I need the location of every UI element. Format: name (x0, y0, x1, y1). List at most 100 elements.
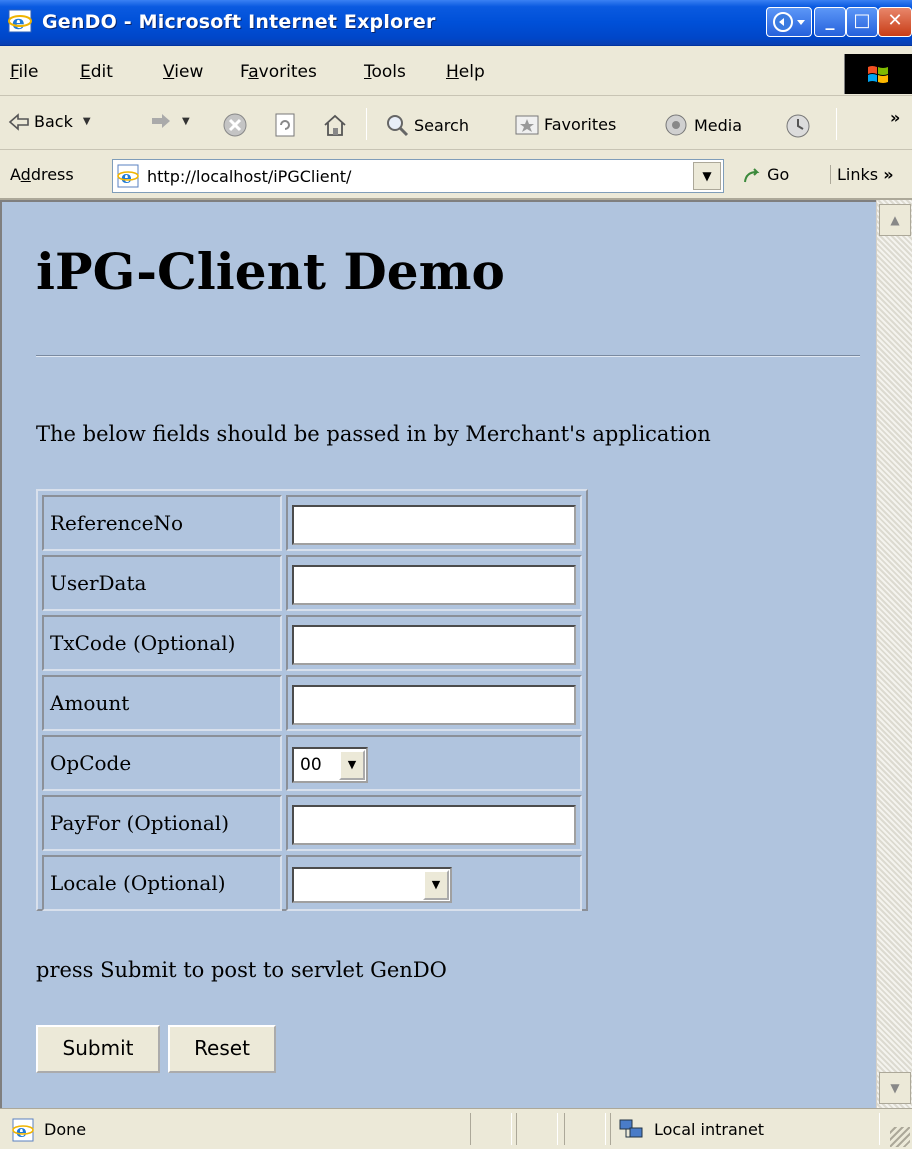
menu-help[interactable]: Help (446, 62, 485, 82)
input-cell (286, 675, 582, 731)
input-cell (286, 555, 582, 611)
userdata-input[interactable] (292, 565, 576, 605)
payfor-input[interactable] (292, 805, 576, 845)
minimize-button[interactable]: _ (814, 7, 846, 37)
opcode-select[interactable]: 00 ▼ (292, 747, 368, 783)
scroll-up-button[interactable]: ▲ (879, 204, 911, 236)
amount-input[interactable] (292, 685, 576, 725)
address-url: http://localhost/iPGClient/ (147, 167, 352, 186)
label-cell: OpCode (42, 735, 282, 791)
standard-toolbar: Back ▼ ▼ Search Favorites Media » (0, 98, 912, 150)
arrow-up-icon: ▲ (890, 213, 900, 227)
menu-edit[interactable]: Edit (80, 62, 113, 82)
close-button[interactable]: ✕ (878, 7, 912, 37)
back-button[interactable]: Back ▼ (8, 112, 91, 131)
scroll-down-button[interactable]: ▼ (879, 1072, 911, 1104)
media-button[interactable]: Media (664, 112, 742, 138)
reset-button[interactable]: Reset (168, 1025, 276, 1073)
table-row: Locale (Optional) ▼ (42, 855, 582, 911)
label-cell: ReferenceNo (42, 495, 282, 551)
menu-help-accel: H (446, 62, 459, 82)
stop-button[interactable] (222, 112, 248, 138)
menu-help-label: elp (458, 62, 485, 82)
address-input[interactable]: e http://localhost/iPGClient/ ▼ (112, 159, 724, 193)
chevron-down-icon[interactable]: ▼ (339, 750, 365, 780)
windows-logo (844, 54, 912, 94)
forward-button[interactable]: ▼ (150, 112, 190, 130)
label-cell: Locale (Optional) (42, 855, 282, 911)
field-label-userdata: UserData (50, 571, 147, 595)
chevron-down-icon[interactable]: ▼ (423, 870, 449, 900)
address-label-rest: dress (30, 165, 74, 184)
toolbar-separator (366, 108, 367, 140)
submit-button[interactable]: Submit (36, 1025, 160, 1073)
field-label-opcode: OpCode (50, 751, 132, 775)
forward-dropdown-icon[interactable]: ▼ (182, 116, 190, 127)
close-icon: ✕ (887, 10, 903, 31)
media-icon (665, 114, 687, 136)
links-button[interactable]: Links » (830, 165, 894, 184)
title-bar: e GenDO - Microsoft Internet Explorer _ … (0, 0, 912, 46)
menu-file-label: ile (18, 62, 39, 82)
refresh-icon (275, 113, 295, 137)
menu-favorites[interactable]: Favorites (240, 62, 317, 82)
address-label: Address (10, 165, 74, 184)
referenceno-input[interactable] (292, 505, 576, 545)
table-row: TxCode (Optional) (42, 615, 582, 671)
chevron-down-icon: ▼ (702, 169, 712, 183)
history-button[interactable] (784, 112, 812, 140)
windows-flag-icon (868, 66, 888, 83)
favorites-button[interactable]: Favorites (514, 112, 616, 136)
help-globe-icon (773, 12, 805, 32)
menu-tools[interactable]: Tools (364, 62, 406, 82)
back-dropdown-icon[interactable]: ▼ (83, 116, 91, 127)
status-pane (564, 1113, 606, 1145)
go-button[interactable]: Go (742, 165, 789, 185)
maximize-button[interactable]: □ (846, 7, 878, 37)
menu-edit-label: dit (90, 62, 113, 82)
search-button[interactable]: Search (384, 112, 469, 138)
toolbar-chevron[interactable]: » (890, 108, 900, 127)
status-pane (516, 1113, 558, 1145)
input-cell: ▼ (286, 855, 582, 911)
address-dropdown-button[interactable]: ▼ (693, 162, 721, 190)
svg-text:e: e (12, 10, 25, 34)
field-label-payfor: PayFor (Optional) (50, 811, 230, 835)
address-bar: Address e http://localhost/iPGClient/ ▼ … (0, 152, 912, 200)
table-row: PayFor (Optional) (42, 795, 582, 851)
ie-logo-icon: e (8, 9, 32, 34)
go-label: Go (767, 165, 790, 184)
svg-text:e: e (16, 1122, 27, 1142)
input-cell (286, 615, 582, 671)
search-icon (387, 115, 409, 137)
help-button[interactable] (766, 7, 812, 37)
status-pane (470, 1113, 512, 1145)
input-cell: 00 ▼ (286, 735, 582, 791)
address-label-accel: d (20, 165, 31, 184)
search-label: Search (414, 115, 469, 135)
home-button[interactable] (322, 112, 348, 138)
vertical-scrollbar[interactable]: ▲ ▼ (876, 200, 912, 1108)
local-intranet-icon (619, 1119, 643, 1138)
menu-file[interactable]: File (10, 62, 38, 82)
menu-view-label: iew (174, 62, 204, 82)
refresh-button[interactable] (274, 112, 298, 138)
media-label: Media (694, 115, 743, 135)
forward-arrow-icon (152, 114, 170, 128)
field-label-locale: Locale (Optional) (50, 871, 226, 895)
label-cell: UserData (42, 555, 282, 611)
zone-text: Local intranet (654, 1120, 765, 1139)
txcode-input[interactable] (292, 625, 576, 665)
menu-edit-accel: E (80, 62, 91, 82)
table-row: OpCode 00 ▼ (42, 735, 582, 791)
address-label-pre: A (10, 165, 21, 184)
resize-grip[interactable] (890, 1127, 910, 1147)
favorites-star-icon (515, 115, 539, 135)
locale-select[interactable]: ▼ (292, 867, 452, 903)
menu-bar: File Edit View Favorites Tools Help (0, 48, 912, 96)
menu-view-accel: V (163, 62, 175, 82)
status-bar: e Done Local intranet (0, 1108, 912, 1149)
maximize-icon: □ (853, 10, 871, 31)
table-row: ReferenceNo (42, 495, 582, 551)
menu-view[interactable]: View (163, 62, 203, 82)
